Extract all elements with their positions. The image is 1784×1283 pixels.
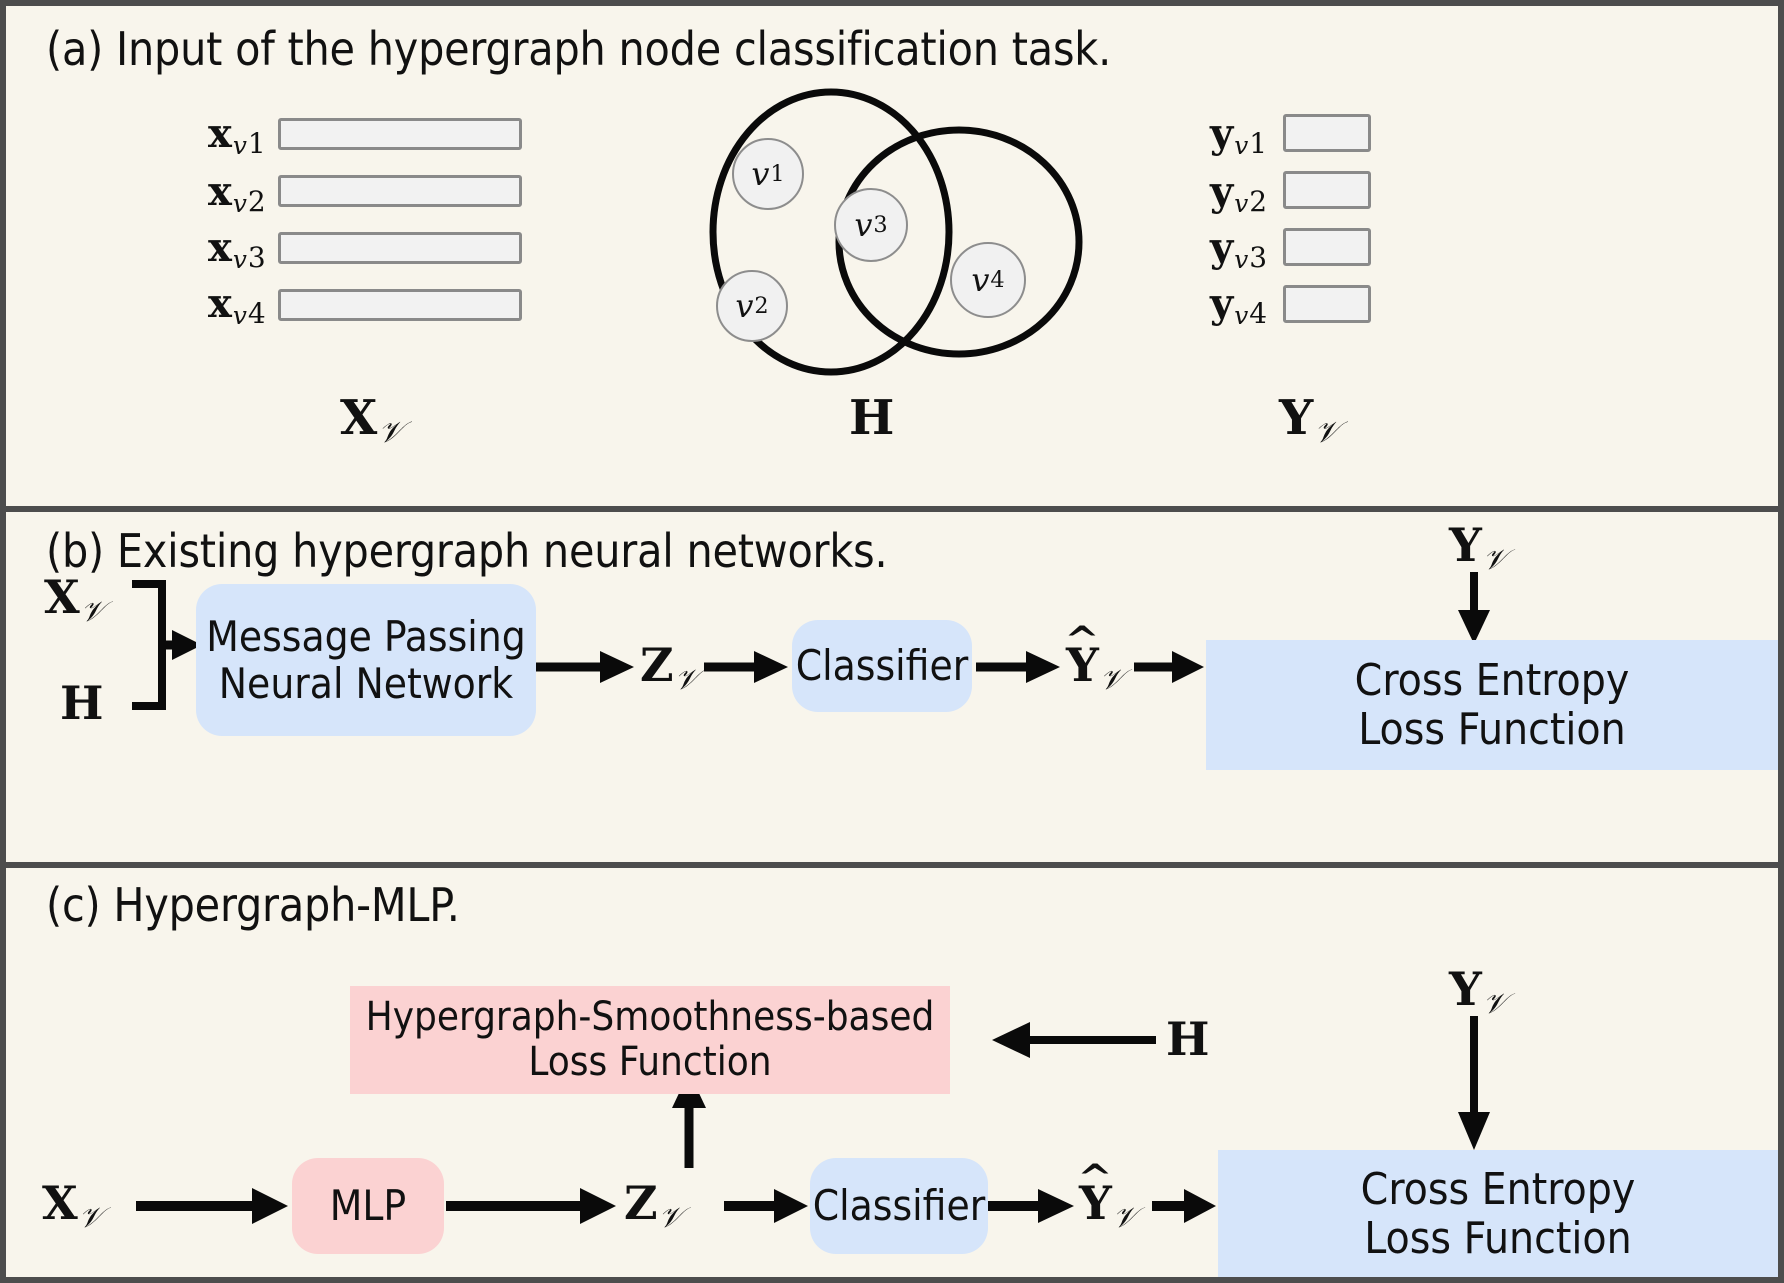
symbol-H-incidence: H [849, 390, 895, 446]
panel-c-input-X: X𝒱 [42, 1176, 103, 1234]
panel-c-loss-line-2: Loss Function [1364, 1213, 1632, 1264]
hypergraph-node-v1: v1 [732, 138, 804, 210]
symbol-Y-labels: Y𝒱 [1279, 390, 1340, 451]
hypergraph-node-v2: v2 [716, 270, 788, 342]
feature-vector-box-v2 [278, 175, 522, 207]
panel-b-embedding-Z: Z𝒱 [640, 638, 699, 696]
label-label-v2: yv2 [1210, 168, 1268, 219]
feature-label-v1: xv1 [208, 110, 266, 161]
smoothness-loss-line-2: Loss Function [528, 1039, 772, 1085]
panel-c-hypergraph-mlp: (c) Hypergraph-MLP. Hypergraph-Smoothnes… [6, 862, 1778, 1277]
feature-vector-box-v4 [278, 289, 522, 321]
feature-vector-box-v1 [278, 118, 522, 150]
feature-label-v2: xv2 [208, 168, 266, 219]
panel-b-classifier-box[interactable]: Classifier [792, 620, 972, 712]
label-vector-box-v2 [1283, 171, 1371, 209]
panel-c-caption: (c) Hypergraph-MLP. [46, 878, 460, 932]
panel-b-loss-line-1: Cross Entropy [1354, 654, 1630, 706]
panel-c-cross-entropy-loss-box[interactable]: Cross Entropy Loss Function [1218, 1150, 1778, 1277]
feature-label-v4: xv4 [208, 280, 266, 331]
message-passing-neural-network-box[interactable]: Message Passing Neural Network [196, 584, 536, 736]
hypergraph-node-v3: v3 [834, 188, 908, 262]
panel-c-classifier-box[interactable]: Classifier [810, 1158, 988, 1254]
panel-a-caption: (a) Input of the hypergraph node classif… [46, 22, 1112, 76]
figure-hypergraph-mlp-overview: (a) Input of the hypergraph node classif… [0, 0, 1784, 1283]
panel-b-existing-hgnn: (b) Existing hypergraph neural networks.… [6, 506, 1778, 862]
feature-vector-box-v3 [278, 232, 522, 264]
smoothness-loss-line-1: Hypergraph-Smoothness-based [365, 994, 935, 1041]
panel-b-supervision-Y: Y𝒱 [1449, 518, 1507, 576]
hypergraph-smoothness-loss-box[interactable]: Hypergraph-Smoothness-based Loss Functio… [350, 986, 950, 1094]
panel-c-supervision-Y: Y𝒱 [1449, 962, 1507, 1020]
panel-b-input-H: H [60, 676, 104, 730]
label-label-v3: yv3 [1210, 224, 1268, 275]
mlp-label: MLP [329, 1181, 407, 1231]
panel-b-caption: (b) Existing hypergraph neural networks. [46, 524, 888, 578]
label-vector-box-v4 [1283, 285, 1371, 323]
panel-b-input-X: X𝒱 [44, 570, 105, 628]
panel-b-loss-line-2: Loss Function [1358, 704, 1626, 755]
panel-c-loss-line-1: Cross Entropy [1360, 1163, 1636, 1215]
label-label-v4: yv4 [1210, 280, 1268, 331]
hypergraph-node-v4: v4 [950, 242, 1026, 318]
label-vector-box-v3 [1283, 228, 1371, 266]
panel-b-classifier-label: Classifier [795, 641, 969, 691]
feature-label-v3: xv3 [208, 224, 266, 275]
panel-a-input: (a) Input of the hypergraph node classif… [6, 6, 1778, 506]
mlp-box[interactable]: MLP [292, 1158, 444, 1254]
panel-c-classifier-label: Classifier [812, 1181, 986, 1231]
panel-b-prediction-Yhat: Y𝒱 [1066, 642, 1124, 695]
label-label-v1: yv1 [1210, 110, 1268, 161]
label-vector-box-v1 [1283, 114, 1371, 152]
mpnn-line-2: Neural Network [218, 659, 514, 708]
panel-c-prediction-Yhat: Y𝒱 [1079, 1180, 1137, 1233]
mpnn-line-1: Message Passing [206, 611, 526, 661]
panel-b-cross-entropy-loss-box[interactable]: Cross Entropy Loss Function [1206, 640, 1778, 770]
panel-c-embedding-Z: Z𝒱 [624, 1176, 683, 1234]
symbol-X-features: X𝒱 [340, 390, 404, 451]
panel-c-incidence-H: H [1166, 1012, 1210, 1066]
